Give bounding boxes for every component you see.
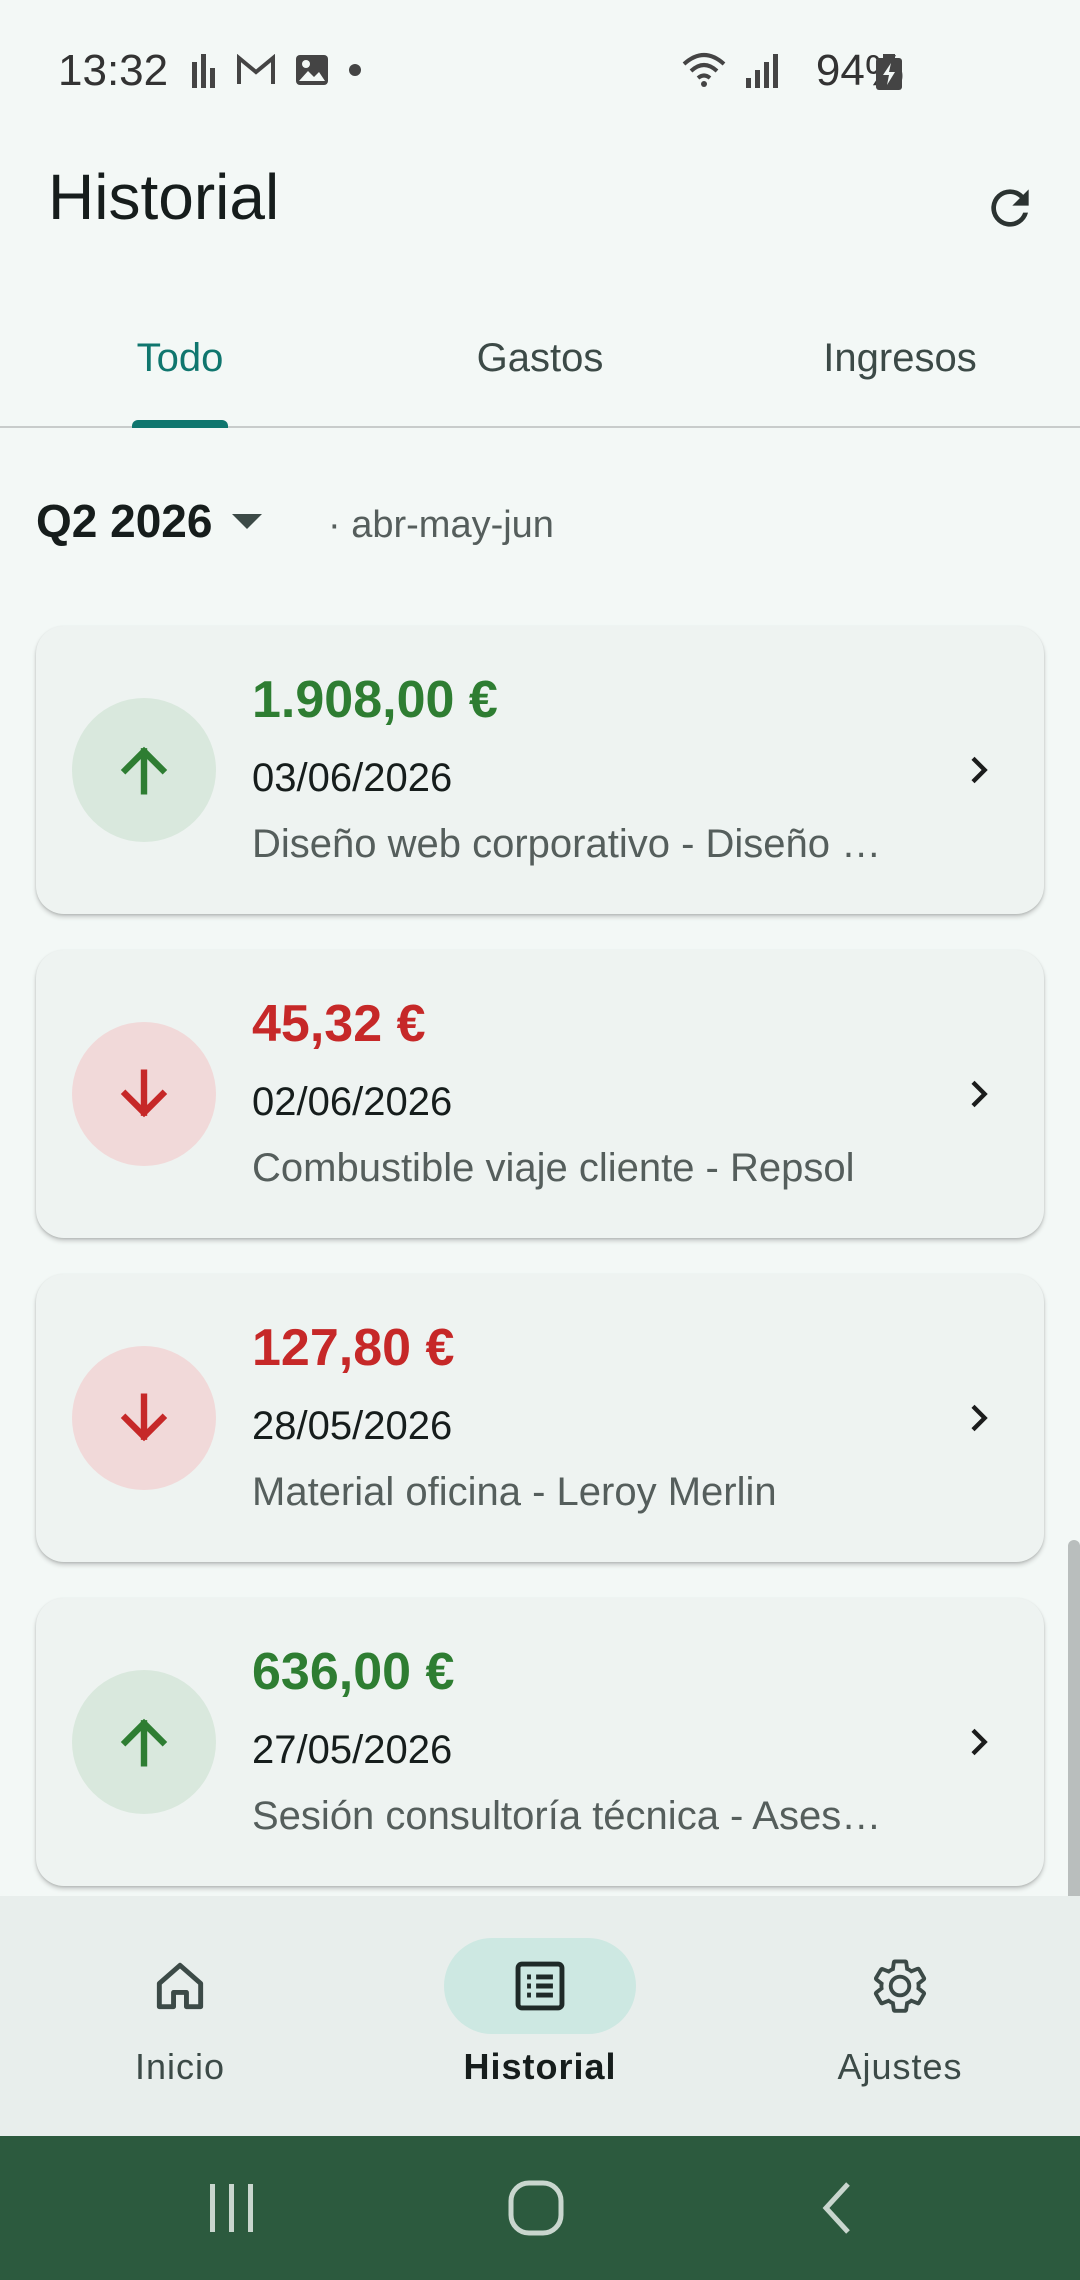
dot-icon xyxy=(349,64,361,76)
cell-signal-icon xyxy=(746,54,778,88)
gallery-icon xyxy=(296,55,328,85)
caret-down-icon xyxy=(232,513,263,529)
page-title: Historial xyxy=(48,161,280,233)
home-icon xyxy=(156,1962,204,2010)
transaction-description: Material oficina - Leroy Merlin xyxy=(252,1470,777,1514)
chevron-right-icon xyxy=(946,738,1010,802)
signal-bars-icon xyxy=(192,54,215,88)
chevron-right-icon xyxy=(946,1710,1010,1774)
transaction-date: 03/06/2026 xyxy=(252,756,453,800)
transaction-amount: 1.908,00 € xyxy=(252,671,498,729)
tab-todo[interactable]: Todo xyxy=(0,290,360,426)
transaction-card[interactable]: 45,32 € 02/06/2026 Combustible viaje cli… xyxy=(36,950,1044,1238)
transaction-date: 27/05/2026 xyxy=(252,1728,453,1772)
transaction-description: Diseño web corporativo - Diseño … xyxy=(252,822,882,866)
expense-indicator xyxy=(72,1022,216,1166)
back-icon xyxy=(822,2182,850,2234)
arrow-down-icon xyxy=(120,1393,168,1442)
chevron-right-icon xyxy=(946,1062,1010,1126)
period-label: Q2 2026 xyxy=(36,495,213,547)
tab-gastos[interactable]: Gastos xyxy=(360,290,720,426)
tab-indicator xyxy=(132,420,228,428)
recents-icon xyxy=(210,2184,253,2232)
transaction-description: Combustible viaje cliente - Repsol xyxy=(252,1146,855,1190)
system-navigation-bar xyxy=(0,2136,1080,2280)
nav-item-inicio[interactable]: Inicio xyxy=(0,1896,360,2136)
arrow-down-icon xyxy=(120,1069,168,1118)
expense-indicator xyxy=(72,1346,216,1490)
tab-label: Ingresos xyxy=(823,335,977,380)
transaction-date: 28/05/2026 xyxy=(252,1404,453,1448)
transaction-amount: 636,00 € xyxy=(252,1643,455,1701)
wifi-icon xyxy=(682,53,726,87)
list-icon xyxy=(515,1961,565,2011)
income-indicator xyxy=(72,1670,216,1814)
nav-label: Inicio xyxy=(134,2046,226,2087)
transaction-date: 02/06/2026 xyxy=(252,1080,453,1124)
battery-charging-icon xyxy=(876,54,902,90)
nav-label: Ajustes xyxy=(837,2046,963,2087)
transaction-card[interactable]: 1.908,00 € 03/06/2026 Diseño web corpora… xyxy=(36,626,1044,914)
back-button[interactable] xyxy=(778,2136,898,2280)
nav-item-historial[interactable]: Historial xyxy=(360,1896,720,2136)
settings-icon xyxy=(873,1959,927,2013)
refresh-icon xyxy=(991,189,1029,227)
nav-label: Historial xyxy=(463,2046,617,2087)
transaction-card[interactable]: 127,80 € 28/05/2026 Material oficina - L… xyxy=(36,1274,1044,1562)
home-circle-icon xyxy=(508,2180,564,2236)
tab-bar: Todo Gastos Ingresos xyxy=(0,290,1080,428)
refresh-button[interactable] xyxy=(970,168,1050,248)
arrow-up-icon xyxy=(120,746,168,795)
home-button[interactable] xyxy=(476,2136,596,2280)
chevron-right-icon xyxy=(946,1386,1010,1450)
transaction-amount: 45,32 € xyxy=(252,995,426,1053)
arrow-up-icon xyxy=(120,1718,168,1767)
period-dropdown[interactable]: Q2 2026 xyxy=(36,494,263,548)
period-months: · abr-may-jun xyxy=(328,504,554,546)
transaction-card[interactable]: 636,00 € 27/05/2026 Sesión consultoría t… xyxy=(36,1598,1044,1886)
transaction-amount: 127,80 € xyxy=(252,1319,455,1377)
income-indicator xyxy=(72,698,216,842)
status-time: 13:32 xyxy=(58,46,169,95)
transaction-description: Sesión consultoría técnica - Ases… xyxy=(252,1794,882,1838)
tab-ingresos[interactable]: Ingresos xyxy=(720,290,1080,426)
tab-label: Gastos xyxy=(476,335,604,380)
recents-button[interactable] xyxy=(172,2136,292,2280)
status-bar: 13:32 94% xyxy=(0,0,1080,140)
gmail-icon xyxy=(237,54,275,84)
bottom-navigation: Inicio Historial Ajustes xyxy=(0,1896,1080,2136)
tab-label: Todo xyxy=(136,335,224,380)
nav-item-ajustes[interactable]: Ajustes xyxy=(720,1896,1080,2136)
